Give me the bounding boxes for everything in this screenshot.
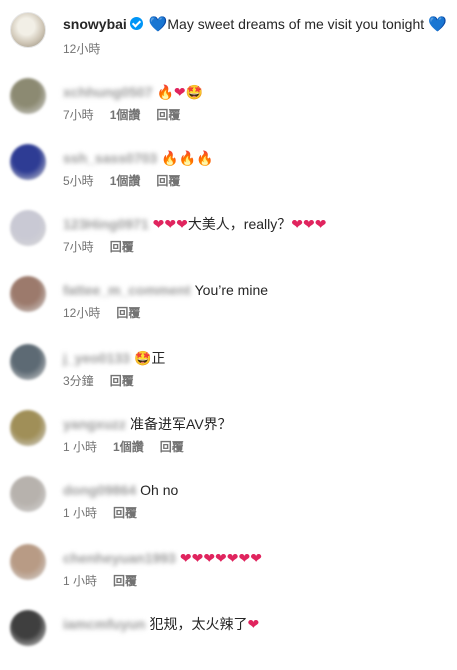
reply-button[interactable]: 回覆: [113, 506, 137, 520]
comment-item: chenheyuan1993 ❤❤❤❤❤❤❤ 1 小時 回覆: [10, 544, 451, 604]
comment-body: xchhung0507 🔥❤🤩 7小時 1個讚 回覆: [63, 82, 451, 122]
comment-meta: 7小時 1個讚 回覆: [63, 108, 451, 122]
verified-badge-icon: [129, 17, 143, 30]
post-caption: May sweet dreams of me visit you tonight: [167, 16, 425, 32]
comment-body: ssh_sass0703 🔥🔥🔥 5小時 1個讚 回覆: [63, 148, 451, 188]
reply-button[interactable]: 回覆: [116, 306, 140, 320]
comment-time: 7小時: [63, 240, 94, 254]
comment-text: 🔥🔥🔥: [161, 150, 214, 166]
avatar[interactable]: [10, 12, 46, 48]
blue-heart-icon: 💙: [148, 16, 168, 33]
comment-username[interactable]: j_yeo0133: [63, 348, 130, 368]
comment-item: iamcmfuyun 犯规，太火辣了❤: [10, 610, 451, 670]
reply-button[interactable]: 回覆: [110, 240, 134, 254]
reply-button[interactable]: 回覆: [110, 374, 134, 388]
comment-meta: 12小時 回覆: [63, 306, 451, 320]
comment-meta: 3分鐘 回覆: [63, 374, 451, 388]
comment-item: j_yeo0133 🤩正 3分鐘 回覆: [10, 344, 451, 404]
comment-text: 准备进军AV界？: [130, 416, 232, 432]
comment-line: 123Hing0971 ❤❤❤大美人，really？❤❤❤: [63, 214, 451, 234]
comment-likes[interactable]: 1個讚: [113, 440, 144, 454]
comment-username[interactable]: fattee_m_comment: [63, 280, 191, 300]
avatar[interactable]: [10, 210, 46, 246]
comment-username[interactable]: iamcmfuyun: [63, 614, 145, 634]
avatar[interactable]: [10, 144, 46, 180]
reply-button[interactable]: 回覆: [160, 440, 184, 454]
comment-time: 12小時: [63, 306, 101, 320]
comment-meta: 5小時 1個讚 回覆: [63, 174, 451, 188]
comment-body: dong09864 Oh no 1 小時 回覆: [63, 480, 451, 520]
avatar[interactable]: [10, 276, 46, 312]
comment-line: xchhung0507 🔥❤🤩: [63, 82, 451, 102]
comment-item: dong09864 Oh no 1 小時 回覆: [10, 476, 451, 536]
comment-line: dong09864 Oh no: [63, 480, 451, 500]
comment-text: 犯规，太火辣了❤: [149, 616, 260, 632]
post-time: 12小時: [63, 42, 101, 56]
comment-meta: 1 小時 回覆: [63, 506, 451, 520]
post-caption-line: snowybai 💙May sweet dreams of me visit y…: [63, 15, 451, 34]
comment-body: fattee_m_comment You’re mine 12小時 回覆: [63, 280, 451, 320]
comment-text: ❤❤❤❤❤❤❤: [179, 550, 262, 566]
comment-body: 123Hing0971 ❤❤❤大美人，really？❤❤❤ 7小時 回覆: [63, 214, 451, 254]
comment-body: j_yeo0133 🤩正 3分鐘 回覆: [63, 348, 451, 388]
comment-text: 🤩正: [133, 350, 166, 366]
blue-heart-icon: 💙: [428, 16, 447, 33]
comment-text: 🔥❤🤩: [156, 84, 204, 100]
comment-body: chenheyuan1993 ❤❤❤❤❤❤❤ 1 小時 回覆: [63, 548, 451, 588]
avatar[interactable]: [10, 610, 46, 646]
comment-body: yangxuzz 准备进军AV界？ 1 小時 1個讚 回覆: [63, 414, 451, 454]
comment-meta: 7小時 回覆: [63, 240, 451, 254]
comment-line: j_yeo0133 🤩正: [63, 348, 451, 368]
comment-likes[interactable]: 1個讚: [110, 174, 141, 188]
comment-likes[interactable]: 1個讚: [110, 108, 141, 122]
comment-text: You’re mine: [194, 282, 269, 298]
comment-body: iamcmfuyun 犯规，太火辣了❤: [63, 614, 451, 634]
comment-username[interactable]: chenheyuan1993: [63, 548, 176, 568]
comment-text: Oh no: [140, 482, 179, 498]
comment-username[interactable]: ssh_sass0703: [63, 148, 157, 168]
comment-line: fattee_m_comment You’re mine: [63, 280, 451, 300]
comment-line: ssh_sass0703 🔥🔥🔥: [63, 148, 451, 168]
comment-username[interactable]: 123Hing0971: [63, 214, 149, 234]
comment-time: 5小時: [63, 174, 94, 188]
comment-username[interactable]: yangxuzz: [63, 414, 126, 434]
comment-item: fattee_m_comment You’re mine 12小時 回覆: [10, 276, 451, 336]
reply-button[interactable]: 回覆: [156, 108, 180, 122]
comment-item: xchhung0507 🔥❤🤩 7小時 1個讚 回覆: [10, 78, 451, 138]
comment-time: 1 小時: [63, 574, 98, 588]
comment-item: ssh_sass0703 🔥🔥🔥 5小時 1個讚 回覆: [10, 144, 451, 204]
comment-line: chenheyuan1993 ❤❤❤❤❤❤❤: [63, 548, 451, 568]
avatar[interactable]: [10, 476, 46, 512]
comment-line: yangxuzz 准备进军AV界？: [63, 414, 451, 434]
avatar[interactable]: [10, 410, 46, 446]
post-username[interactable]: snowybai: [63, 16, 127, 32]
comment-meta: 1 小時 1個讚 回覆: [63, 440, 451, 454]
comment-time: 3分鐘: [63, 374, 94, 388]
comment-meta: 1 小時 回覆: [63, 574, 451, 588]
comment-text: ❤❤❤大美人，really？❤❤❤: [152, 216, 327, 232]
reply-button[interactable]: 回覆: [113, 574, 137, 588]
avatar[interactable]: [10, 544, 46, 580]
comment-time: 7小時: [63, 108, 94, 122]
comment-username[interactable]: xchhung0507: [63, 82, 152, 102]
comment-item: yangxuzz 准备进军AV界？ 1 小時 1個讚 回覆: [10, 410, 451, 470]
comment-time: 1 小時: [63, 440, 98, 454]
post-caption-block: snowybai 💙May sweet dreams of me visit y…: [63, 15, 451, 56]
comment-line: iamcmfuyun 犯规，太火辣了❤: [63, 614, 451, 634]
comment-time: 1 小時: [63, 506, 98, 520]
comment-item: 123Hing0971 ❤❤❤大美人，really？❤❤❤ 7小時 回覆: [10, 210, 451, 270]
comment-username[interactable]: dong09864: [63, 480, 136, 500]
avatar[interactable]: [10, 78, 46, 114]
avatar[interactable]: [10, 344, 46, 380]
reply-button[interactable]: 回覆: [156, 174, 180, 188]
